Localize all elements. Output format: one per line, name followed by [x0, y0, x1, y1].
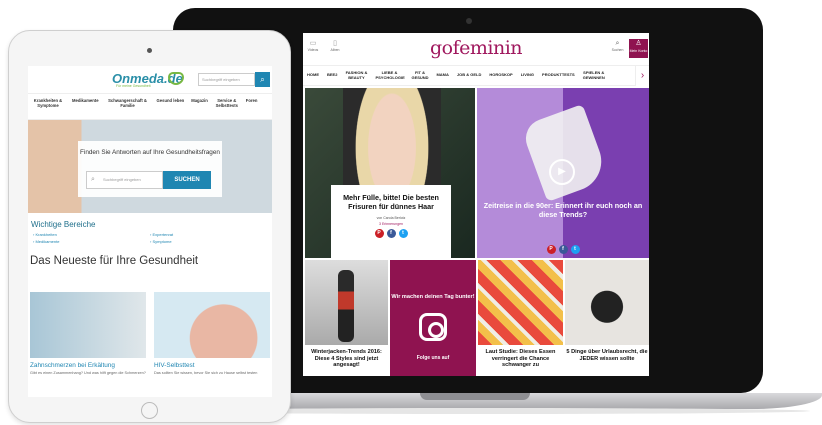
link-label: Medikamente	[35, 239, 60, 244]
nav-item-fashion[interactable]: FASHION & BEAUTY	[345, 70, 368, 80]
hero-search-form: ⌕ Suchbegriff eingeben SUCHEN	[86, 171, 214, 189]
article-desc: Das sollten Sie wissen, bevor Sie sich z…	[154, 371, 258, 375]
facebook-icon[interactable]: f	[558, 245, 568, 254]
article-title[interactable]: Laut Studie: Dieses Essen verringert die…	[478, 345, 563, 369]
hero-article[interactable]: Mehr Fülle, bitte! Die besten Frisuren f…	[305, 88, 475, 258]
hero-count: 3 Erinnerungen	[379, 222, 403, 226]
tablet-home-button[interactable]	[141, 402, 158, 419]
article-card[interactable]: Laut Studie: Dieses Essen verringert die…	[478, 260, 563, 376]
onmeda-nav: Krankheiten & Symptome Medikamente Schwa…	[28, 94, 272, 120]
hero-author: von Carola Berlotz	[376, 216, 406, 220]
account-button[interactable]: ♙ Mein Konto	[629, 39, 648, 58]
account-label: Mein Konto	[629, 49, 648, 53]
article-image	[154, 292, 270, 358]
nav-item-magazin[interactable]: Magazin	[191, 98, 208, 119]
link-label: Symptome	[152, 239, 172, 244]
onmeda-header: Onmeda.de Für meine Gesundheit Suchbegri…	[28, 66, 272, 94]
article-title[interactable]: Winterjacken-Trends 2016: Diese 4 Styles…	[305, 345, 388, 369]
section-title: Wichtige Bereiche	[31, 220, 96, 229]
article-title[interactable]: 5 Dinge über Urlaubsrecht, die JEDER wis…	[565, 345, 649, 362]
nav-item-schwangerschaft[interactable]: Schwangerschaft & Familie	[106, 98, 150, 119]
article-card[interactable]: 5 Dinge über Urlaubsrecht, die JEDER wis…	[565, 260, 649, 376]
gofeminin-nav: HOME BEE2 FASHION & BEAUTY LIEBE & PSYCH…	[303, 66, 649, 86]
link-expertenrat[interactable]: › Expertenrat	[150, 232, 267, 237]
article-card[interactable]: Winterjacken-Trends 2016: Diese 4 Styles…	[305, 260, 388, 376]
pinterest-icon[interactable]: P	[546, 245, 556, 254]
link-medikamente[interactable]: › Medikamente	[33, 239, 150, 244]
instagram-promo-more: Folge uns auf	[416, 355, 450, 361]
nav-item-horoskop[interactable]: HOROSKOP	[489, 73, 512, 78]
section-title: Das Neueste für Ihre Gesundheit	[30, 255, 199, 267]
tablet-screen: Onmeda.de Für meine Gesundheit Suchbegri…	[28, 66, 272, 397]
onmeda-tagline: Für meine Gesundheit	[116, 84, 151, 88]
hero-search-input[interactable]: ⌕ Suchbegriff eingeben	[86, 171, 163, 189]
instagram-promo[interactable]: Wir machen deinen Tag bunter! Folge uns …	[390, 260, 476, 376]
article-image	[478, 260, 563, 345]
facebook-icon[interactable]: f	[386, 229, 396, 238]
hero-search-box: Finden Sie Antworten auf Ihre Gesundheit…	[78, 141, 222, 197]
nav-item-foren[interactable]: Foren	[246, 98, 258, 119]
article-title[interactable]: Zahnschmerzen bei Erkältung	[30, 358, 146, 369]
article-desc: Gibt es einen Zusammenhang? Und was hilf…	[30, 371, 146, 375]
laptop-camera	[466, 18, 472, 24]
laptop-screen: ▭ Videos ▯ Alben gofeminin ⌕ Suchen ♙ Me…	[303, 33, 649, 376]
tablet-camera	[147, 48, 152, 53]
search-icon: ⌕	[91, 176, 95, 183]
link-symptome[interactable]: › Symptome	[150, 239, 267, 244]
hero-caption-box: Mehr Fülle, bitte! Die besten Frisuren f…	[331, 185, 451, 258]
instagram-promo-text: Wir machen deinen Tag bunter!	[391, 294, 475, 300]
nav-item-fit[interactable]: FIT & GESUND	[411, 70, 428, 80]
article-title[interactable]: HIV-Selbsttest	[154, 358, 270, 369]
instagram-icon[interactable]	[419, 313, 447, 341]
search-button[interactable]: ⌕ Suchen	[610, 39, 625, 58]
nav-item-gesund-leben[interactable]: Gesund leben	[157, 98, 185, 119]
onmeda-hero: Finden Sie Antworten auf Ihre Gesundheit…	[28, 120, 272, 213]
nav-item-service[interactable]: Service & Selbsttests	[215, 98, 239, 119]
video-image	[520, 104, 610, 202]
important-links: › Krankheiten › Expertenrat › Medikament…	[28, 229, 272, 244]
search-icon: ⌕	[615, 40, 620, 47]
article-image	[565, 260, 649, 345]
chevron-right-icon[interactable]: ›	[635, 66, 649, 86]
nav-item-job[interactable]: JOB & GELD	[457, 73, 481, 78]
video-article[interactable]: ▶ Zeitreise in die 90er: Erinnert ihr eu…	[477, 88, 649, 258]
pinterest-icon[interactable]: P	[374, 229, 384, 238]
video-title[interactable]: Zeitreise in die 90er: Erinnert ihr euch…	[477, 201, 649, 219]
nav-item-home[interactable]: HOME	[307, 73, 319, 78]
gofeminin-logo[interactable]: gofeminin	[303, 37, 649, 59]
nav-item-living[interactable]: LIVING	[521, 73, 534, 78]
laptop-notch	[420, 393, 530, 400]
link-label: Expertenrat	[152, 232, 174, 237]
share-buttons: P f t	[331, 229, 451, 238]
link-label: Krankheiten	[35, 232, 57, 237]
nav-item-krankheiten[interactable]: Krankheiten & Symptome	[31, 98, 65, 119]
article-card[interactable]: Zahnschmerzen bei Erkältung Gibt es eine…	[30, 292, 146, 375]
play-icon[interactable]: ▶	[549, 159, 575, 185]
nav-item-produkttests[interactable]: PRODUKTTESTS	[542, 73, 575, 78]
twitter-icon[interactable]: t	[570, 245, 580, 254]
gofeminin-header: ▭ Videos ▯ Alben gofeminin ⌕ Suchen ♙ Me…	[303, 33, 649, 66]
link-krankheiten[interactable]: › Krankheiten	[33, 232, 150, 237]
nav-item-liebe[interactable]: LIEBE & PSYCHOLOGIE	[375, 70, 404, 80]
video-share-buttons: P f t	[477, 245, 649, 254]
search-icon[interactable]: ⌕	[255, 72, 270, 87]
nav-item-medikamente[interactable]: Medikamente	[72, 98, 99, 119]
article-image	[30, 292, 146, 358]
article-card[interactable]: HIV-Selbsttest Das sollten Sie wissen, b…	[154, 292, 270, 375]
article-list: Zahnschmerzen bei Erkältung Gibt es eine…	[30, 292, 270, 375]
user-icon: ♙	[635, 40, 642, 47]
article-image	[305, 260, 388, 345]
hero-title[interactable]: Mehr Fülle, bitte! Die besten Frisuren f…	[331, 193, 451, 211]
search-label: Suchen	[611, 48, 624, 52]
twitter-icon[interactable]: t	[398, 229, 408, 238]
hero-question: Finden Sie Antworten auf Ihre Gesundheit…	[80, 149, 220, 156]
nav-item-spielen[interactable]: SPIELEN & GEWINNEN	[583, 70, 605, 80]
hero-search-placeholder: Suchbegriff eingeben	[103, 177, 141, 182]
nav-item-bee2[interactable]: BEE2	[327, 73, 337, 78]
hero-search-button[interactable]: SUCHEN	[163, 171, 211, 189]
search-input[interactable]: Suchbegriff eingeben	[198, 73, 255, 86]
nav-item-mama[interactable]: MAMA	[436, 73, 448, 78]
